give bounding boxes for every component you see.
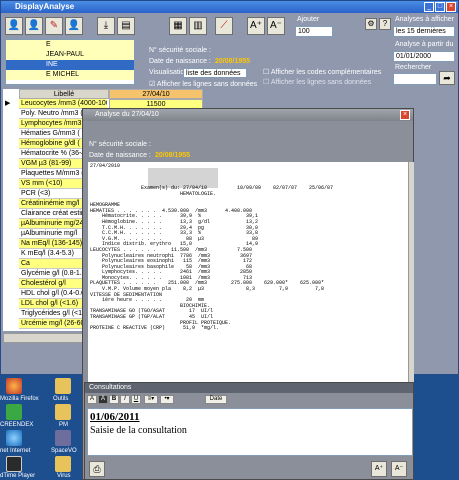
player-icon[interactable] [6, 456, 22, 472]
desktop-label-firefox: Mozilla Firefox [0, 396, 39, 402]
dialog-birth-date: 20/08/1955 [155, 152, 191, 159]
window-title: DisplayAnalyse [15, 2, 75, 11]
spacevo-icon[interactable] [55, 430, 71, 446]
patient-info-icon[interactable]: 👤 [65, 17, 83, 35]
partir-label: Analyse à partir du [395, 41, 454, 48]
grid-icon[interactable]: ▥ [189, 17, 207, 35]
partir-date-field[interactable]: 01/01/2000 [393, 51, 455, 62]
birth-date-value: 20/08/1955 [215, 58, 251, 65]
search-go-icon[interactable]: ➦ [439, 71, 455, 85]
firefox-icon[interactable] [6, 378, 22, 394]
consultations-title: Consultations [89, 384, 132, 391]
secu-label: N° sécurité sociale : [149, 47, 211, 54]
dialog-close-button[interactable]: × [400, 110, 410, 120]
consultations-titlebar: Consultations [85, 383, 413, 393]
consultation-editor[interactable]: 01/06/2011 Saisie de la consultation [87, 408, 413, 456]
desktop-label-player: dTime Player [0, 473, 36, 479]
consult-font-decrease-icon[interactable]: A⁻ [391, 461, 407, 477]
analyses-label: Analyses à afficher [395, 16, 455, 23]
consult-font-increase-icon[interactable]: A⁺ [371, 461, 387, 477]
recherche-label: Rechercher [395, 64, 432, 71]
analyses-select[interactable]: les 15 dernières [393, 26, 455, 37]
patient-item[interactable]: E MICHEL [6, 70, 134, 80]
report-line: PROTEINE C REACTIVE (CRP) 51,9 *mg/l. [90, 325, 220, 332]
lignes-checkbox-2[interactable]: ☐ Afficher les lignes sans données [263, 78, 371, 86]
patient-item-selected[interactable]: INE [6, 60, 134, 70]
header-libelle: Libellé [19, 89, 109, 99]
format-toolbar: A A B I U ≡▾ •▾ Date [87, 395, 413, 406]
dialog-secu-label: N° sécurité sociale : [89, 141, 151, 148]
folder-pm-icon[interactable] [55, 404, 71, 420]
horizontal-scrollbar[interactable] [3, 333, 83, 343]
remove-patient-icon[interactable]: 👤 [25, 17, 43, 35]
lignes-label: Afficher les lignes sans données [156, 81, 258, 88]
desktop-label-internet: net Internet [0, 448, 31, 454]
patient-item[interactable]: JEAN-PAUL [6, 50, 134, 60]
add-patient-icon[interactable]: 👤 [5, 17, 23, 35]
dialog-title: Analyse du 27/04/10 [95, 111, 159, 118]
lignes-checkbox[interactable]: ☑ Afficher les lignes sans données [149, 80, 257, 88]
chart-icon[interactable]: ⟋ [215, 17, 233, 35]
align-button[interactable]: ≡▾ [144, 395, 158, 404]
virus-folder-icon[interactable] [55, 456, 71, 472]
desktop-label-virus: Virus [57, 473, 71, 479]
tools-folder-icon[interactable] [55, 378, 71, 394]
font-color-button[interactable]: A [87, 395, 97, 404]
close-button[interactable]: × [446, 2, 456, 12]
document-icon[interactable]: ▤ [117, 17, 135, 35]
header-date: 27/04/10 [109, 89, 203, 99]
lignes-label-2: Afficher les lignes sans données [270, 79, 372, 86]
underline-button[interactable]: U [131, 395, 141, 404]
desktop-label-creendex: CREENDEX [0, 422, 34, 428]
help-icon[interactable]: ? [379, 18, 391, 30]
minimize-button[interactable]: _ [424, 2, 434, 12]
desktop-label-outils: Outils [53, 396, 69, 402]
app-green-icon[interactable] [6, 404, 22, 420]
main-titlebar: DisplayAnalyse [1, 1, 458, 13]
consultation-date: 01/06/2011 [90, 411, 140, 423]
visualisation-select[interactable]: liste des données [183, 68, 247, 78]
naissance-label: Date de naissance : [149, 58, 211, 65]
dialog-naissance-label: Date de naissance : [89, 152, 151, 159]
internet-icon[interactable] [6, 430, 22, 446]
analyses-value: les 15 dernières [396, 28, 446, 35]
visualisation-value: liste des données [186, 70, 241, 77]
italic-button[interactable]: I [120, 395, 130, 404]
patient-list[interactable]: E JEAN-PAUL INE E MICHEL [5, 39, 135, 85]
edit-patient-icon[interactable]: ✎ [45, 17, 63, 35]
font-decrease-icon[interactable]: A⁻ [267, 17, 285, 35]
partir-value: 01/01/2000 [396, 53, 432, 60]
desktop-label-pm: PM [59, 422, 68, 428]
insert-date-button[interactable]: Date [205, 395, 227, 404]
table-icon[interactable]: ▦ [169, 17, 187, 35]
import-icon[interactable]: ⤓ [97, 17, 115, 35]
consultations-panel: Consultations A A B I U ≡▾ •▾ Date 01/06… [84, 382, 414, 480]
row-marker: ▶ [5, 100, 11, 107]
dialog-titlebar: Analyse du 27/04/10 [83, 109, 413, 121]
codes-checkbox[interactable]: ☐ Afficher les codes complémentaires [263, 68, 381, 76]
bg-color-button[interactable]: A [98, 395, 108, 404]
bold-button[interactable]: B [109, 395, 119, 404]
desktop-label-spacevo: SpaceVO [51, 448, 77, 454]
ajouter-value: 100 [298, 28, 310, 35]
codes-label: Afficher les codes complémentaires [270, 69, 382, 76]
patient-item[interactable]: E [6, 40, 134, 50]
consult-print-icon[interactable]: ⎙ [89, 461, 105, 477]
ajouter-label: Ajouter [297, 16, 320, 23]
search-input[interactable] [393, 73, 437, 85]
report-lines: 27/04/2010 Examen(s) du: 27/04/10 10/09/… [90, 163, 333, 332]
ajouter-select[interactable]: 100 [295, 26, 333, 37]
maximize-button[interactable]: □ [435, 2, 445, 12]
font-increase-icon[interactable]: A⁺ [247, 17, 265, 35]
settings-icon[interactable]: ⚙ [365, 18, 377, 30]
consultation-text: Saisie de la consultation [90, 425, 187, 436]
bullet-button[interactable]: •▾ [160, 395, 174, 404]
